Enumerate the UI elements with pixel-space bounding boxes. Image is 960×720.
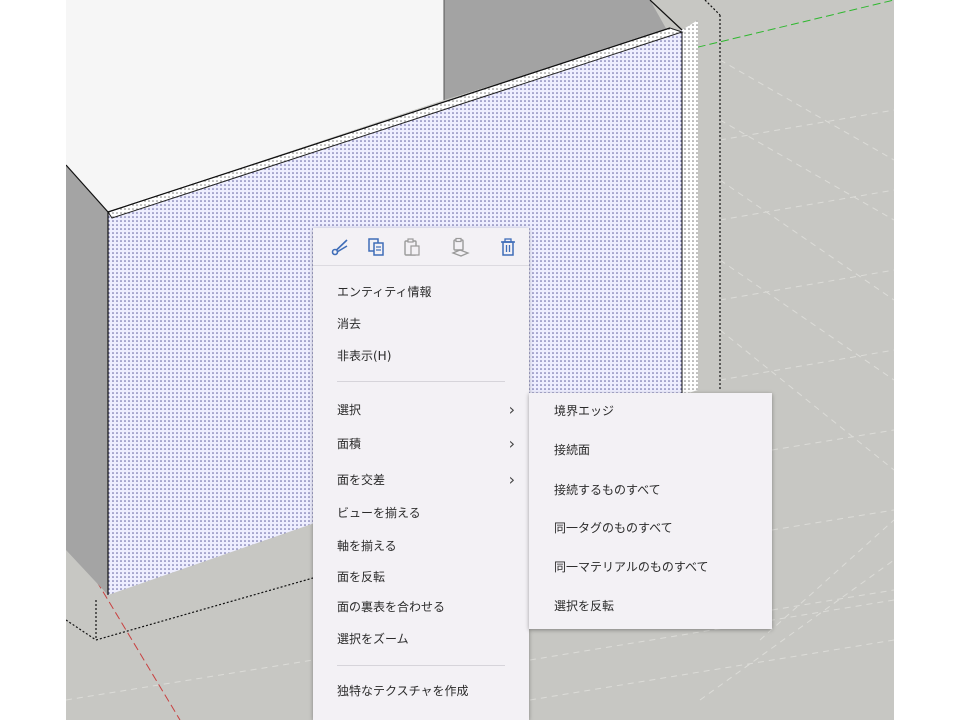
menu-item-erase[interactable]: 消去	[313, 309, 529, 339]
menu-item-label: エンティティ情報	[337, 285, 432, 299]
scissors-icon[interactable]	[327, 234, 353, 260]
menu-item-label: 面を反転	[337, 570, 386, 584]
menu-item-zoom-selection[interactable]: 選択をズーム	[313, 624, 529, 654]
menu-item-label: 独特なテクスチャを作成	[337, 684, 469, 698]
menu-item-label: 面の裏表を合わせる	[337, 600, 446, 614]
menu-item-area[interactable]: 面積 ›	[313, 429, 529, 459]
select-submenu: 境界エッジ 接続面 接続するものすべて 同一タグのものすべて 同一マテリアルのも…	[529, 393, 772, 629]
submenu-item-invert-selection[interactable]: 選択を反転	[529, 591, 772, 621]
menu-item-label: 選択をズーム	[337, 632, 409, 646]
submenu-item-label: 接続するものすべて	[554, 483, 661, 497]
menu-item-orient-faces[interactable]: 面の裏表を合わせる	[313, 592, 529, 622]
menu-item-select[interactable]: 選択 ›	[313, 395, 529, 425]
menu-item-label: 選択	[337, 403, 362, 417]
submenu-item-label: 接続面	[554, 443, 591, 457]
context-toolbar	[313, 228, 529, 266]
menu-item-hide[interactable]: 非表示(H)	[313, 341, 529, 371]
chevron-right-icon: ›	[508, 470, 515, 489]
menu-item-label: 面を交差	[337, 473, 386, 487]
submenu-item-all-on-same-tag[interactable]: 同一タグのものすべて	[529, 513, 772, 543]
submenu-item-all-connected[interactable]: 接続するものすべて	[529, 475, 772, 505]
menu-item-label: 軸を揃える	[337, 539, 397, 553]
menu-item-intersect-faces[interactable]: 面を交差 ›	[313, 465, 529, 495]
menu-item-label: ビューを揃える	[337, 506, 421, 520]
submenu-item-label: 同一タグのものすべて	[554, 521, 673, 535]
submenu-item-label: 同一マテリアルのものすべて	[554, 560, 709, 574]
paste-in-place-icon[interactable]	[447, 234, 473, 260]
menu-item-make-unique-texture[interactable]: 独特なテクスチャを作成	[313, 676, 529, 706]
trash-icon[interactable]	[495, 234, 521, 260]
submenu-item-connected-faces[interactable]: 接続面	[529, 435, 772, 465]
menu-item-label: 非表示(H)	[337, 349, 392, 363]
menu-separator	[337, 665, 505, 666]
menu-item-align-view[interactable]: ビューを揃える	[313, 498, 529, 528]
menu-item-label: 面積	[337, 437, 362, 451]
chevron-right-icon: ›	[508, 400, 515, 419]
menu-item-label: 消去	[337, 317, 362, 331]
box-right-edge-face	[682, 20, 698, 395]
submenu-item-label: 境界エッジ	[554, 404, 615, 418]
paste-icon[interactable]	[399, 234, 425, 260]
box-side-face	[66, 165, 108, 595]
menu-item-entity-info[interactable]: エンティティ情報	[313, 277, 529, 307]
context-menu: エンティティ情報 消去 非表示(H) 選択 › 面積 › 面を交差 › ビューを…	[313, 228, 529, 720]
menu-separator	[337, 381, 505, 382]
menu-item-reverse-faces[interactable]: 面を反転	[313, 562, 529, 592]
submenu-item-label: 選択を反転	[554, 599, 615, 613]
menu-item-align-axes[interactable]: 軸を揃える	[313, 531, 529, 561]
copy-icon[interactable]	[363, 234, 389, 260]
submenu-item-all-same-material[interactable]: 同一マテリアルのものすべて	[529, 552, 772, 582]
green-axis	[685, 0, 894, 51]
submenu-item-bounding-edges[interactable]: 境界エッジ	[529, 396, 772, 426]
chevron-right-icon: ›	[508, 434, 515, 453]
